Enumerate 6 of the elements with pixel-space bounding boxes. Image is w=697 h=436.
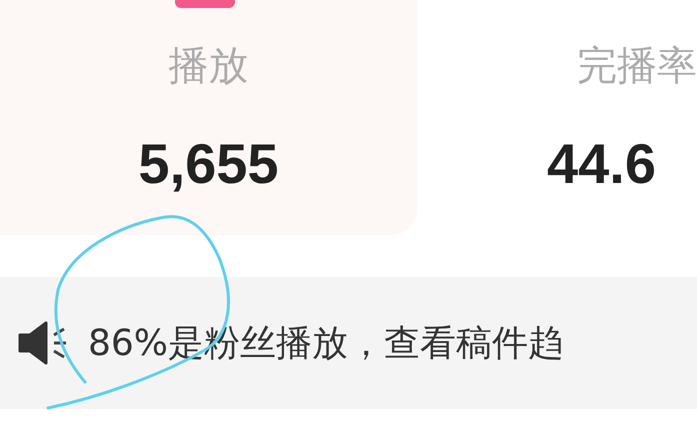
selected-indicator xyxy=(175,0,235,8)
stat-value: 44.6 xyxy=(547,132,656,196)
stat-label: 播放 xyxy=(168,42,248,91)
stat-value: 5,655 xyxy=(138,132,279,196)
stat-card[interactable]: 播放 5,655 xyxy=(0,0,417,235)
stat-label: 完播率 xyxy=(576,42,697,91)
